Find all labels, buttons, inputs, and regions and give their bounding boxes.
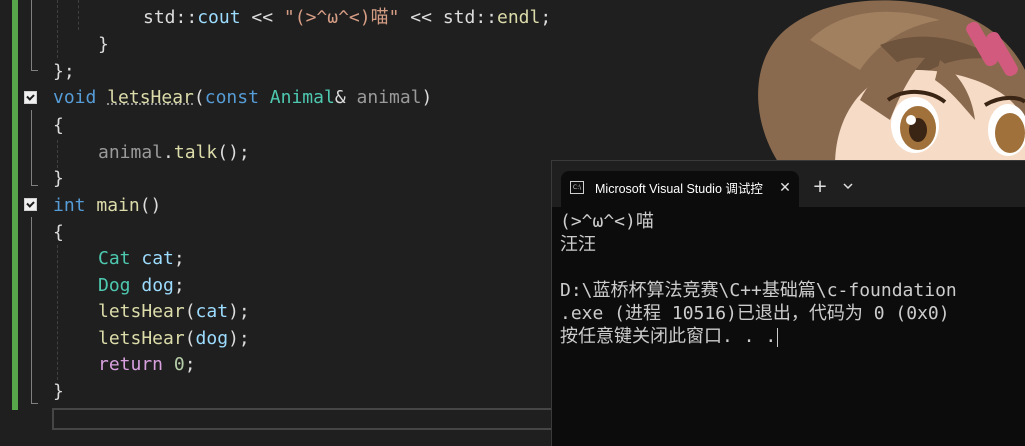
code-line[interactable]: Dog dog; xyxy=(98,273,185,299)
code-line[interactable]: { xyxy=(53,220,64,246)
console-line: .exe (进程 10516)已退出，代码为 0 (0x0) xyxy=(560,303,950,324)
collapse-icon[interactable] xyxy=(24,91,37,104)
chevron-down-icon[interactable] xyxy=(840,178,856,194)
console-tab-bar: C:\ Microsoft Visual Studio 调试控制台 ✕ + xyxy=(552,161,1025,207)
debug-console-window[interactable]: C:\ Microsoft Visual Studio 调试控制台 ✕ + (>… xyxy=(551,160,1025,446)
fold-guide-end xyxy=(31,70,38,71)
plus-icon[interactable]: + xyxy=(810,177,830,197)
background-character-art xyxy=(740,0,1025,165)
code-line[interactable]: animal.talk(); xyxy=(98,140,250,166)
text-cursor xyxy=(777,327,779,347)
console-line: 汪汪 xyxy=(560,234,596,255)
code-line[interactable]: } xyxy=(98,32,109,58)
collapse-icon[interactable] xyxy=(24,198,37,211)
code-line[interactable]: letsHear(dog); xyxy=(98,326,250,352)
indent-guide xyxy=(57,140,58,168)
indent-guide xyxy=(78,0,79,30)
code-line[interactable]: } xyxy=(53,166,64,192)
fold-guide-end xyxy=(31,185,38,186)
editor-margin xyxy=(0,0,22,445)
code-line[interactable]: Cat cat; xyxy=(98,246,185,272)
code-line[interactable]: letsHear(cat); xyxy=(98,299,250,325)
console-line: 按任意键关闭此窗口. . . xyxy=(560,325,1025,348)
code-line[interactable]: } xyxy=(53,379,64,405)
console-output[interactable]: (>^ω^<)喵 汪汪 D:\蓝桥杯算法竞赛\C++基础篇\c-foundati… xyxy=(560,210,1025,348)
fold-guide xyxy=(31,0,32,70)
console-icon: C:\ xyxy=(570,181,584,194)
code-line[interactable]: return 0; xyxy=(98,352,196,378)
code-line[interactable]: void letsHear(const Animal& animal) xyxy=(53,85,432,111)
tab-title: Microsoft Visual Studio 调试控制台 xyxy=(595,182,763,196)
code-line[interactable]: { xyxy=(53,113,64,139)
console-line: (>^ω^<)喵 xyxy=(560,211,654,232)
current-line-highlight xyxy=(52,408,562,430)
indent-guide xyxy=(57,245,58,380)
code-line[interactable]: std::cout << "(>^ω^<)喵" << std::endl; xyxy=(143,5,551,31)
console-prompt-text: 按任意键关闭此窗口. . . xyxy=(560,326,777,347)
close-icon[interactable]: ✕ xyxy=(775,178,795,198)
console-line: D:\蓝桥杯算法竞赛\C++基础篇\c-foundation xyxy=(560,280,957,301)
change-indicator-bar xyxy=(12,0,18,410)
indent-guide xyxy=(57,0,58,58)
fold-guide-end xyxy=(31,403,38,404)
fold-guide xyxy=(31,110,32,185)
code-line[interactable]: }; xyxy=(53,59,75,85)
code-line[interactable]: int main() xyxy=(53,193,161,219)
tab-debug-console[interactable]: C:\ Microsoft Visual Studio 调试控制台 ✕ xyxy=(561,171,799,207)
fold-guide xyxy=(31,217,32,403)
